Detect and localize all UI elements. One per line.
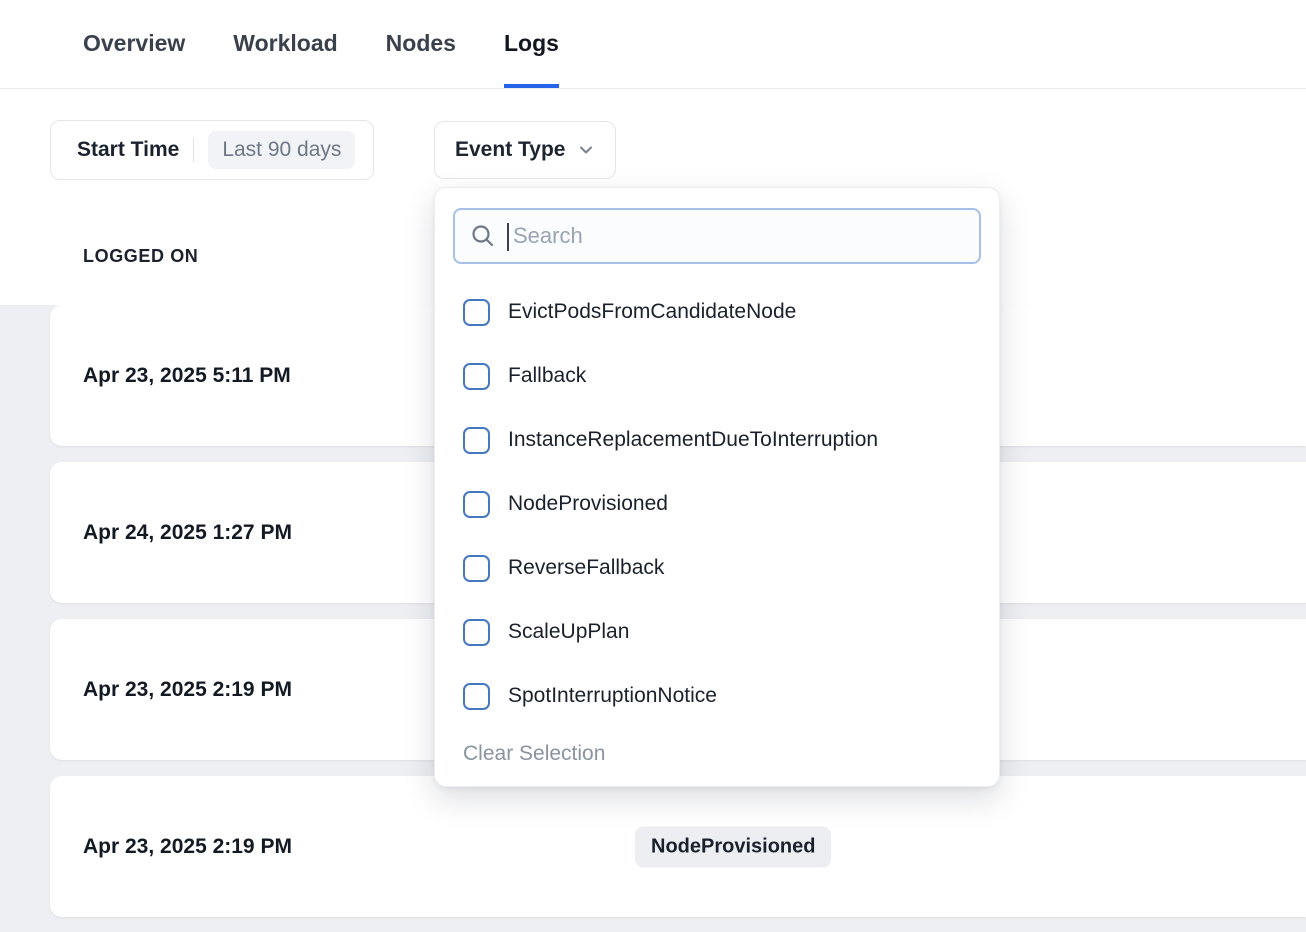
logged-on-value: Apr 23, 2025 5:11 PM [83,364,291,388]
event-type-option[interactable]: SpotInterruptionNotice [453,664,981,728]
event-type-option[interactable]: EvictPodsFromCandidateNode [453,280,981,344]
tab-logs[interactable]: Logs [504,0,559,88]
event-type-option-checkbox[interactable] [463,299,490,326]
event-type-option-checkbox[interactable] [463,491,490,518]
event-type-option-checkbox[interactable] [463,363,490,390]
text-cursor [507,223,509,251]
start-time-label: Start Time [77,138,179,162]
event-type-option-label: ScaleUpPlan [508,620,629,644]
event-type-badge: NodeProvisioned [635,826,831,867]
logged-on-value: Apr 24, 2025 1:27 PM [83,521,292,545]
event-type-option-label: SpotInterruptionNotice [508,684,717,708]
chevron-down-icon [577,141,595,159]
tab-bar: Overview Workload Nodes Logs [0,0,1306,89]
event-type-option-label: Fallback [508,364,586,388]
tab-workload[interactable]: Workload [233,0,337,88]
logs-page: Overview Workload Nodes Logs Start Time … [0,0,1306,932]
search-icon [469,222,497,250]
event-type-option-checkbox[interactable] [463,683,490,710]
event-type-option-label: ReverseFallback [508,556,664,580]
dropdown-search-box [453,208,981,264]
event-type-label: Event Type [455,138,565,162]
table-row[interactable]: Apr 23, 2025 2:19 PM NodeProvisioned [50,776,1306,917]
filter-divider [193,138,194,162]
event-type-dropdown-panel: EvictPodsFromCandidateNode Fallback Inst… [434,187,1000,787]
event-type-option[interactable]: Fallback [453,344,981,408]
event-type-option-label: NodeProvisioned [508,492,668,516]
event-type-option-label: InstanceReplacementDueToInterruption [508,428,878,452]
event-type-option[interactable]: InstanceReplacementDueToInterruption [453,408,981,472]
event-type-option-checkbox[interactable] [463,555,490,582]
start-time-filter-button[interactable]: Start Time Last 90 days [50,120,374,180]
tab-overview[interactable]: Overview [83,0,185,88]
event-type-filter-button[interactable]: Event Type [434,121,616,179]
event-type-option[interactable]: NodeProvisioned [453,472,981,536]
event-type-options-list: EvictPodsFromCandidateNode Fallback Inst… [453,280,981,728]
logged-on-value: Apr 23, 2025 2:19 PM [83,835,292,859]
search-input[interactable] [507,223,965,249]
event-type-option-checkbox[interactable] [463,427,490,454]
start-time-value-badge: Last 90 days [208,131,355,169]
tab-nodes[interactable]: Nodes [386,0,456,88]
event-type-option-label: EvictPodsFromCandidateNode [508,300,796,324]
clear-selection-link[interactable]: Clear Selection [453,728,981,772]
logged-on-value: Apr 23, 2025 2:19 PM [83,678,292,702]
event-type-option[interactable]: ReverseFallback [453,536,981,600]
column-header-logged-on: LOGGED ON [83,246,198,267]
event-type-option-checkbox[interactable] [463,619,490,646]
event-type-option[interactable]: ScaleUpPlan [453,600,981,664]
